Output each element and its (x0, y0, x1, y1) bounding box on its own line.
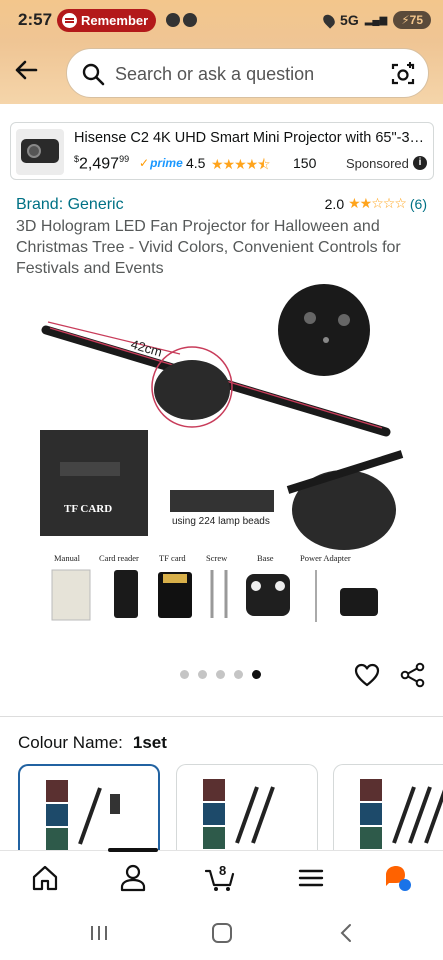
notification-pill-label: Remember (81, 13, 149, 28)
svg-text:using 224 lamp beads: using 224 lamp beads (172, 516, 270, 527)
back-arrow-icon[interactable] (12, 56, 40, 84)
variant-thumbnail (360, 779, 443, 849)
reminder-icon (62, 13, 77, 28)
variant-option[interactable] (333, 764, 443, 854)
prime-badge: prime (139, 156, 183, 170)
sponsored-product-ad[interactable]: Hisense C2 4K UHD Smart Mini Projector w… (10, 122, 434, 180)
search-icon (82, 63, 105, 86)
info-icon[interactable]: i (413, 156, 427, 170)
sponsored-label: Sponsored (346, 156, 409, 171)
messenger-icon (183, 13, 197, 27)
brand-link[interactable]: Brand: Generic (16, 196, 124, 214)
colour-selector-label: Colour Name: 1set (18, 733, 167, 752)
bottom-navigation: 8 (0, 848, 443, 906)
system-back-icon[interactable] (338, 923, 354, 943)
carousel-dot[interactable] (198, 670, 207, 679)
rufus-assistant-icon[interactable] (383, 863, 413, 893)
svg-text:Power Adapter: Power Adapter (300, 553, 351, 563)
status-bar: 2:57 Remember 5G ▂▄▆ ⚡75 (0, 0, 443, 42)
ad-title[interactable]: Hisense C2 4K UHD Smart Mini Projector w… (74, 130, 426, 146)
svg-text:Manual: Manual (54, 553, 81, 563)
search-header: Search or ask a question (0, 42, 443, 104)
battery-indicator: ⚡75 (393, 11, 431, 29)
messenger-icon (166, 13, 180, 27)
svg-text:TF card: TF card (159, 553, 186, 563)
variant-option-selected[interactable] (18, 764, 160, 854)
notification-pill[interactable]: Remember (57, 9, 156, 32)
star-rating: ★★☆☆☆ (348, 195, 407, 211)
menu-icon[interactable] (296, 863, 326, 893)
camera-search-icon[interactable] (390, 61, 416, 87)
search-input[interactable]: Search or ask a question (115, 64, 314, 85)
variant-option[interactable] (176, 764, 318, 854)
search-box[interactable]: Search or ask a question (66, 48, 429, 98)
svg-text:Base: Base (257, 553, 274, 563)
signal-icon: ▂▄▆ (364, 14, 388, 26)
ad-product-thumbnail (16, 129, 64, 175)
system-home-icon[interactable] (212, 923, 232, 943)
svg-text:Screw: Screw (206, 553, 228, 563)
ad-star-rating: ★★★★⯪ (211, 156, 270, 172)
status-time: 2:57 (18, 10, 53, 29)
recent-apps-icon[interactable] (89, 924, 109, 942)
ad-rating-value: 4.5 (186, 155, 206, 171)
account-icon[interactable] (118, 863, 148, 893)
cart-count: 8 (219, 863, 227, 878)
ad-review-count: 150 (293, 155, 317, 171)
network-label: 5G (340, 12, 359, 28)
rating-value: 2.0 (324, 195, 345, 212)
carousel-dot[interactable] (234, 670, 243, 679)
carousel-dot-active[interactable] (252, 670, 261, 679)
carousel-dot[interactable] (216, 670, 225, 679)
svg-text:Card reader: Card reader (99, 553, 139, 563)
ad-price: $2,49799 (74, 154, 130, 173)
product-title: 3D Hologram LED Fan Projector for Hallow… (16, 218, 401, 277)
rating-count-link[interactable]: (6) (410, 196, 427, 212)
share-icon[interactable] (400, 662, 426, 688)
home-icon[interactable] (30, 863, 60, 893)
status-indicators: 5G ▂▄▆ ⚡75 (320, 11, 431, 29)
image-carousel-dots[interactable] (180, 670, 261, 679)
product-rating[interactable]: 2.0 ★★☆☆☆ (6) (325, 195, 427, 212)
variant-thumbnail (203, 779, 275, 849)
active-tab-indicator (108, 848, 158, 852)
system-navigation-bar (0, 906, 443, 960)
product-image[interactable]: 42cm TF CARD using 224 lamp beads Manual… (30, 282, 420, 630)
svg-text:TF CARD: TF CARD (64, 503, 112, 515)
carousel-dot[interactable] (180, 670, 189, 679)
variant-thumbnail (46, 780, 120, 850)
location-icon (320, 11, 338, 29)
heart-icon[interactable] (354, 662, 380, 688)
section-divider (0, 716, 443, 717)
